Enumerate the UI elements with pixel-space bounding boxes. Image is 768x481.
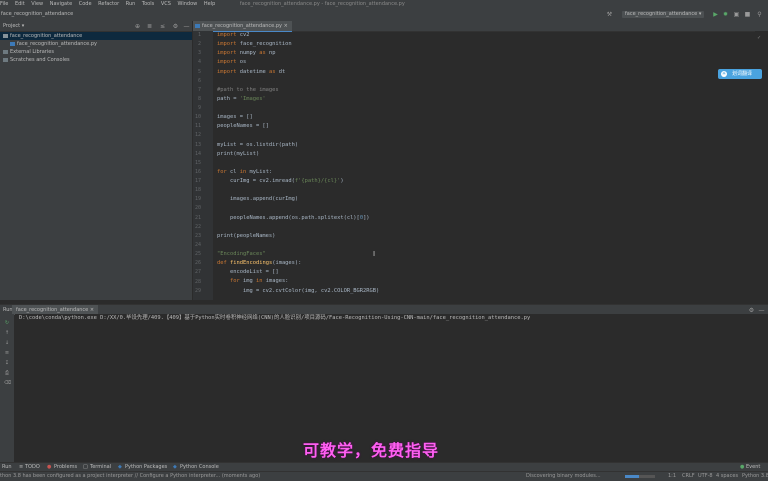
menu-refactor[interactable]: Refactor [98,1,119,7]
line-number: 17 [194,178,201,185]
line-number: 29 [194,287,201,294]
up-icon[interactable]: ↑ [4,330,10,336]
locate-icon[interactable]: ⊕ [134,23,141,30]
rerun-icon[interactable]: ↻ [4,320,10,326]
menu-bar: File Edit View Navigate Code Refactor Ru… [0,0,768,8]
tree-item-scratches[interactable]: Scratches and Consoles [0,56,192,64]
menu-edit[interactable]: Edit [15,1,25,7]
line-number: 23 [194,232,201,239]
debug-icon[interactable]: ✹ [722,11,729,18]
expand-icon[interactable]: ≤ [159,23,166,30]
stop-icon[interactable]: ■ [744,11,751,18]
line-number: 25 [194,251,201,258]
menu-view[interactable]: View [31,1,43,7]
editor-tab-label: face_recognition_attendance.py × [202,23,288,29]
print-icon[interactable]: ⎙ [4,370,10,376]
folder-icon [3,33,10,39]
line-number: 15 [194,159,201,166]
tree-item-label: Scratches and Consoles [10,57,70,63]
line-number: 6 [197,77,201,84]
checkmark-icon: ✓ [757,35,762,41]
line-number: 27 [194,269,201,276]
line-number: 12 [194,132,201,139]
translate-button[interactable]: ☀ 划词翻译 [718,69,762,79]
mouse-cursor-icon: I [373,250,376,258]
line-number: 7 [197,86,201,93]
gear-icon[interactable]: ⚙ [748,307,755,314]
navigation-bar: face_recognition_attendance ⚒ face_recog… [0,8,768,22]
line-number: 9 [197,105,201,112]
line-number: 1 [197,32,201,38]
code-editor[interactable]: import cv2 import face_recognition impor… [217,31,747,300]
search-icon[interactable]: ⚲ [756,11,763,18]
python-file-icon [195,24,200,28]
menu-code[interactable]: Code [79,1,92,7]
collapse-icon[interactable]: ≣ [146,23,153,30]
line-number: 3 [197,50,201,57]
window-title: face_recognition_attendance.py - face_re… [239,1,405,7]
project-header: Project ▾ ⊕ ≣ ≤ ⚙ — [0,21,192,32]
menu-file[interactable]: File [0,1,8,7]
minimize-icon[interactable]: — [758,307,765,314]
project-panel: Project ▾ ⊕ ≣ ≤ ⚙ — face_recognition_att… [0,21,193,300]
hammer-icon[interactable]: ⚒ [606,11,613,18]
gear-icon[interactable]: ⚙ [172,23,179,30]
line-number: 18 [194,187,201,194]
menu-run[interactable]: Run [126,1,136,7]
line-number: 13 [194,141,201,148]
line-number: 28 [194,278,201,285]
background-task-progress [625,475,655,478]
menu-vcs[interactable]: VCS [161,1,171,7]
line-number-gutter: 1 2 3 4 5 6 7 8 9 10 11 12 13 14 15 16 17 18 19 20 21 22 23 24 2… [193,31,213,300]
tree-item-label: External Libraries [10,49,54,55]
wrap-icon[interactable]: ≡ [4,350,10,356]
line-number: 21 [194,214,201,221]
project-view-selector[interactable]: Project ▾ [3,23,24,29]
line-number: 4 [197,59,201,66]
down-icon[interactable]: ↓ [4,340,10,346]
run-config-select[interactable]: face_recognition_attendance ▾ [622,11,705,18]
tree-item-external-libraries[interactable]: External Libraries [0,48,192,56]
line-number: 26 [194,260,201,267]
tree-item-label: face_recognition_attendance.py [17,41,97,47]
scroll-end-icon[interactable]: ↧ [4,360,10,366]
menu-tools[interactable]: Tools [142,1,154,7]
translate-label: 划词翻译 [732,71,753,77]
line-number: 10 [194,114,201,121]
line-number: 22 [194,223,201,230]
line-number: 20 [194,205,201,212]
line-number: 5 [197,68,201,75]
tree-item-project-root[interactable]: face_recognition_attendance [0,32,192,40]
line-number: 11 [194,123,201,130]
line-number: 19 [194,196,201,203]
coverage-icon[interactable]: ▣ [733,11,740,18]
minimize-icon[interactable]: — [183,23,190,30]
line-number: 2 [197,41,201,48]
line-number: 16 [194,168,201,175]
line-number: 14 [194,150,201,157]
python-file-icon [10,41,17,47]
translate-icon: ☀ [721,71,727,77]
tree-item-python-file[interactable]: face_recognition_attendance.py [0,40,192,48]
menu-navigate[interactable]: Navigate [50,1,72,7]
line-number: 24 [194,241,201,248]
menu-window[interactable]: Window [178,1,198,7]
progress-fill [625,475,639,478]
console-output[interactable]: D:\code\conda\python.exe D:/XX/0.毕设先理/40… [15,314,768,462]
run-icon[interactable]: ▶ [712,11,719,18]
video-subtitle: 可教学，免费指导 [303,441,440,460]
tree-item-label: face_recognition_attendance [10,33,83,39]
menu-help[interactable]: Help [204,1,215,7]
run-toolbar: ↻ ↑ ↓ ≡ ↧ ⎙ ⌫ [0,314,14,462]
trash-icon[interactable]: ⌫ [4,380,11,386]
library-icon [3,49,10,55]
scratches-icon [3,57,10,63]
console-command-line: D:\code\conda\python.exe D:/XX/0.毕设先理/40… [19,315,531,321]
breadcrumb[interactable]: face_recognition_attendance [1,8,73,21]
line-number: 8 [197,95,201,102]
